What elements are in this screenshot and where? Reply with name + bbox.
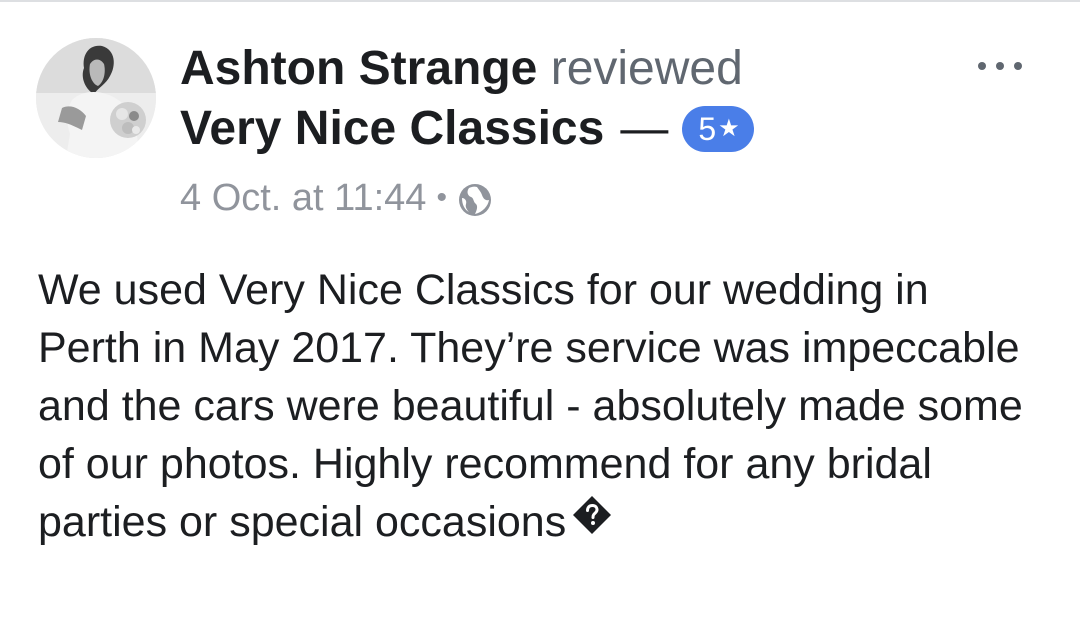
rating-value: 5 [698, 111, 717, 147]
more-dots-icon [978, 62, 1022, 70]
header-line-author: Ashton Strange reviewed [180, 40, 940, 98]
unknown-character-icon [572, 492, 612, 550]
rating-badge: 5 ★ [682, 106, 754, 152]
avatar[interactable] [36, 38, 156, 158]
globe-icon [457, 180, 493, 216]
meta-separator: • [436, 181, 447, 214]
page-name-link[interactable]: Very Nice Classics [180, 98, 604, 160]
review-text: We used Very Nice Classics for our weddi… [38, 266, 1023, 546]
post-header: Ashton Strange reviewed Very Nice Classi… [180, 40, 940, 160]
star-icon: ★ [718, 115, 740, 142]
author-name[interactable]: Ashton Strange [180, 42, 537, 95]
post-meta: 4 Oct. at 11:44 • [180, 172, 493, 224]
header-line-page: Very Nice Classics — 5 ★ [180, 98, 940, 160]
review-verb: reviewed [550, 42, 743, 95]
more-options-button[interactable] [968, 46, 1032, 86]
timestamp[interactable]: 4 Oct. at 11:44 [180, 172, 426, 224]
dash-separator: — [620, 102, 669, 155]
top-divider [0, 0, 1080, 2]
review-body: We used Very Nice Classics for our weddi… [38, 261, 1038, 554]
